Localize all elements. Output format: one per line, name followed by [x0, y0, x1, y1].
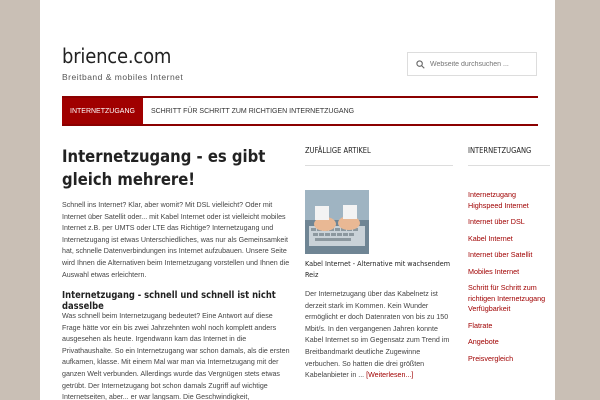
sidebar-item-dsl[interactable]: Internet über DSL [468, 217, 550, 234]
main-navigation: Internetzugang Schritt für Schritt zum r… [62, 96, 538, 126]
keyboard-hands-image [305, 190, 369, 254]
sidebar-item-schritt[interactable]: Schritt für Schritt zum richtigen Intern… [468, 283, 550, 321]
search-box[interactable] [407, 52, 537, 76]
search-icon [416, 59, 425, 69]
search-input[interactable] [430, 60, 530, 68]
nav-item-schritt-fuer-schritt[interactable]: Schritt für Schritt zum richtigen Intern… [143, 98, 362, 124]
read-more-link[interactable]: [Weiterlesen...] [366, 371, 413, 379]
intro-paragraph: Schnell ins Internet? Klar, aber womit? … [62, 201, 290, 279]
section-heading: Internetzugang - schnell und schnell ist… [62, 290, 276, 312]
article-title-link[interactable]: Kabel Internet - Alternative mit wachsen… [305, 258, 455, 280]
nav-item-internetzugang[interactable]: Internetzugang [62, 98, 143, 124]
page-title: Internetzugang - es gibt gleich mehrere! [62, 147, 266, 189]
sidebar-item-satellit[interactable]: Internet über Satellit [468, 250, 550, 267]
site-description: Breitband & mobiles Internet [62, 72, 184, 82]
random-articles-title: Zufällige Artikel [305, 146, 371, 155]
site-title[interactable]: briencе.com [62, 44, 171, 68]
article-excerpt-text: Der Internetzugang über das Kabelnetz is… [305, 290, 450, 380]
sidebar-menu: Internetzugang Highspeed Internet Intern… [468, 190, 550, 370]
section-paragraph: Was schnell beim Internetzugang bedeutet… [62, 312, 290, 400]
article-thumbnail-image[interactable] [305, 190, 369, 254]
sidebar-item-angebote[interactable]: Angebote [468, 337, 550, 354]
article-excerpt: Der Internetzugang über das Kabelnetz is… [305, 289, 455, 382]
sidebar-item-flatrate[interactable]: Flatrate [468, 321, 550, 338]
page-container: briencе.com Breitband & mobiles Internet… [40, 0, 555, 400]
sidebar-item-mobil[interactable]: Mobiles Internet [468, 267, 550, 284]
sidebar-divider [468, 165, 550, 166]
sidebar-title: Internetzugang [468, 146, 532, 155]
random-articles-divider [305, 165, 453, 166]
sidebar-item-highspeed[interactable]: Internetzugang Highspeed Internet [468, 190, 550, 217]
sidebar-item-kabel[interactable]: Kabel Internet [468, 234, 550, 251]
sidebar-item-preisvergleich[interactable]: Preisvergleich [468, 354, 550, 371]
